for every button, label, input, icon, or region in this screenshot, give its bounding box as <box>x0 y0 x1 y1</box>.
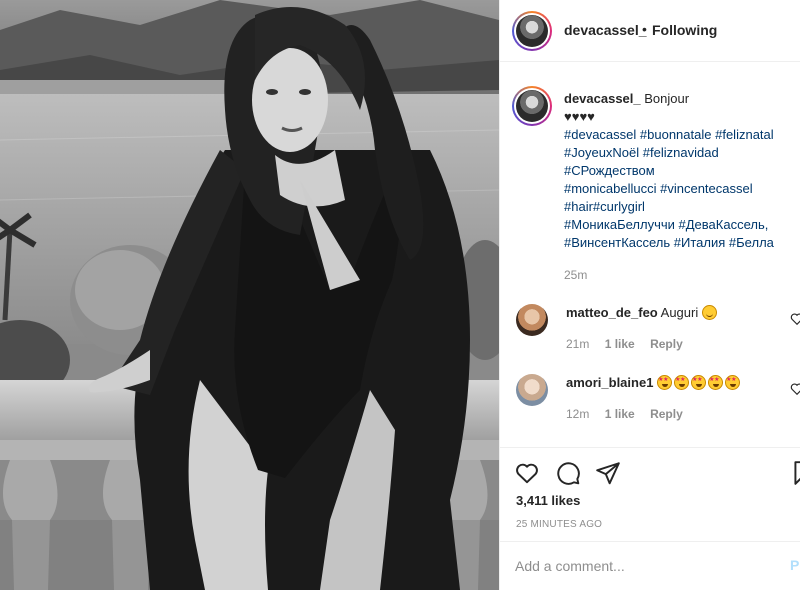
post-photo[interactable] <box>0 0 499 590</box>
star-struck-emoji-icon <box>691 375 707 390</box>
post-side-panel: devacassel_ • Following devacassel_ Bonj… <box>499 0 800 590</box>
likes-count[interactable]: 3,411 likes <box>516 493 580 508</box>
star-struck-emoji-icon <box>674 375 690 390</box>
post-image <box>0 0 499 590</box>
hashtag-link[interactable]: #МоникаБеллуччи <box>564 217 675 232</box>
hashtag-link[interactable]: #JoyeuxNoël <box>564 145 639 160</box>
commenter-username[interactable]: amori_blaine1 <box>566 375 653 390</box>
hashtag-link[interactable]: #hair#curlygirl <box>564 199 645 214</box>
post-actions: 3,411 likes 25 MINUTES AGO Post <box>500 447 800 590</box>
post-timestamp[interactable]: 25 MINUTES AGO <box>516 519 602 530</box>
hashtag-link[interactable]: #Белла <box>729 235 774 250</box>
star-struck-emoji-icon <box>657 375 673 390</box>
star-struck-emoji-icon <box>708 375 724 390</box>
hashtag-link[interactable]: #Италия <box>674 235 726 250</box>
author-username[interactable]: devacassel_ <box>564 22 647 38</box>
reply-button[interactable]: Reply <box>650 337 683 351</box>
caption-author-avatar[interactable] <box>512 86 552 126</box>
bookmark-icon[interactable] <box>790 460 800 486</box>
commenter-username[interactable]: matteo_de_feo <box>566 305 658 320</box>
comment-timestamp[interactable]: 12m <box>566 407 589 421</box>
post-comment-button[interactable]: Post <box>790 557 800 573</box>
comment-text: Auguri <box>660 305 699 320</box>
following-button[interactable]: Following <box>652 22 717 38</box>
paper-plane-icon[interactable] <box>595 460 621 486</box>
author-avatar[interactable] <box>512 11 552 51</box>
hashtag-link[interactable]: #buonnatale <box>640 127 712 142</box>
hashtag-link[interactable]: #ДеваКассель, <box>679 217 769 232</box>
caption-text: Bonjour <box>644 91 690 106</box>
star-struck-emoji-icon <box>725 375 741 390</box>
commenter-avatar[interactable] <box>516 304 548 336</box>
small-heart-icon[interactable] <box>790 312 800 326</box>
hashtag-link[interactable]: #ВинсентКассель <box>564 235 670 250</box>
post-header: devacassel_ • Following <box>500 0 800 62</box>
hashtag-link[interactable]: #monicabellucci <box>564 181 657 196</box>
hashtag-link[interactable]: #feliznatal <box>715 127 774 142</box>
comment-timestamp[interactable]: 21m <box>566 337 589 351</box>
commenter-avatar[interactable] <box>516 374 548 406</box>
caption-timestamp[interactable]: 25m <box>564 266 587 284</box>
add-comment-bar: Post <box>500 541 800 590</box>
speech-bubble-icon[interactable] <box>555 460 581 486</box>
comment-likes-link[interactable]: 1 like <box>605 337 635 351</box>
caption-hearts: ♥♥♥♥ <box>564 109 595 124</box>
hashtag-link[interactable]: #СРождеством <box>564 163 655 178</box>
small-heart-icon[interactable] <box>790 382 800 396</box>
caption-username[interactable]: devacassel_ <box>564 91 641 106</box>
add-comment-input[interactable] <box>515 555 755 577</box>
hashtag-link[interactable]: #devacassel <box>564 127 636 142</box>
post-caption: devacassel_ Bonjour ♥♥♥♥ #devacassel #bu… <box>564 90 796 282</box>
heart-outline-icon[interactable] <box>514 460 540 486</box>
smile-emoji-icon <box>701 305 717 320</box>
comment-likes-link[interactable]: 1 like <box>605 407 635 421</box>
hashtag-link[interactable]: #feliznavidad <box>643 145 719 160</box>
hashtag-link[interactable]: #vincentecassel <box>660 181 753 196</box>
reply-button[interactable]: Reply <box>650 407 683 421</box>
header-separator: • <box>642 21 647 37</box>
